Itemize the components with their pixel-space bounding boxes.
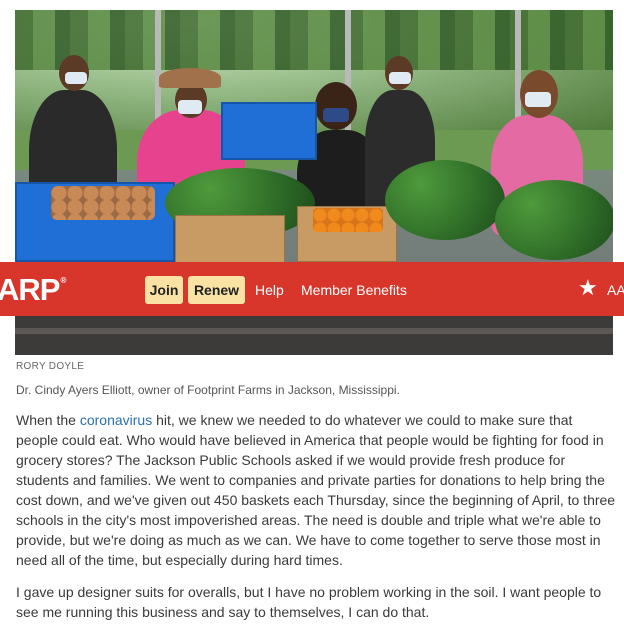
paragraph-text: hit, we knew we needed to do whatever we… bbox=[16, 412, 616, 568]
photo-table-edge bbox=[15, 328, 613, 334]
member-benefits-link[interactable]: Member Benefits bbox=[301, 282, 407, 298]
aarp-logo-text: ARP bbox=[0, 272, 60, 307]
photo-blue-crate bbox=[221, 102, 317, 160]
site-nav-bar: ARP® Join Renew Help Member Benefits ★ A… bbox=[0, 262, 624, 316]
photo-onions bbox=[51, 186, 155, 220]
photo-mask bbox=[178, 100, 202, 114]
article-paragraph: When the coronavirus hit, we knew we nee… bbox=[16, 410, 616, 570]
photo-greens bbox=[495, 180, 613, 260]
photo-oranges bbox=[313, 208, 383, 232]
photo-caption: Dr. Cindy Ayers Elliott, owner of Footpr… bbox=[16, 383, 400, 397]
join-button[interactable]: Join bbox=[145, 276, 183, 304]
coronavirus-link[interactable]: coronavirus bbox=[80, 412, 152, 428]
star-icon[interactable]: ★ bbox=[578, 277, 598, 299]
article-paragraph: I gave up designer suits for overalls, b… bbox=[16, 584, 602, 620]
paragraph-text: When the bbox=[16, 412, 80, 428]
text-size-button[interactable]: AA bbox=[607, 282, 624, 298]
photo-credit: RORY DOYLE bbox=[16, 361, 85, 372]
registered-mark: ® bbox=[60, 276, 66, 285]
photo-mask bbox=[389, 72, 411, 84]
photo-mask bbox=[323, 108, 349, 122]
photo-mask bbox=[525, 92, 551, 107]
photo-cardboard-box bbox=[175, 215, 285, 265]
photo-cowboy-hat bbox=[159, 68, 221, 88]
article-body: When the coronavirus hit, we knew we nee… bbox=[16, 410, 616, 634]
photo-person-head bbox=[315, 82, 357, 130]
photo-greens bbox=[385, 160, 505, 240]
photo-trees bbox=[15, 10, 613, 70]
renew-button[interactable]: Renew bbox=[188, 276, 245, 304]
help-link[interactable]: Help bbox=[255, 282, 284, 298]
photo-mask bbox=[65, 72, 87, 84]
aarp-logo[interactable]: ARP® bbox=[0, 272, 66, 308]
